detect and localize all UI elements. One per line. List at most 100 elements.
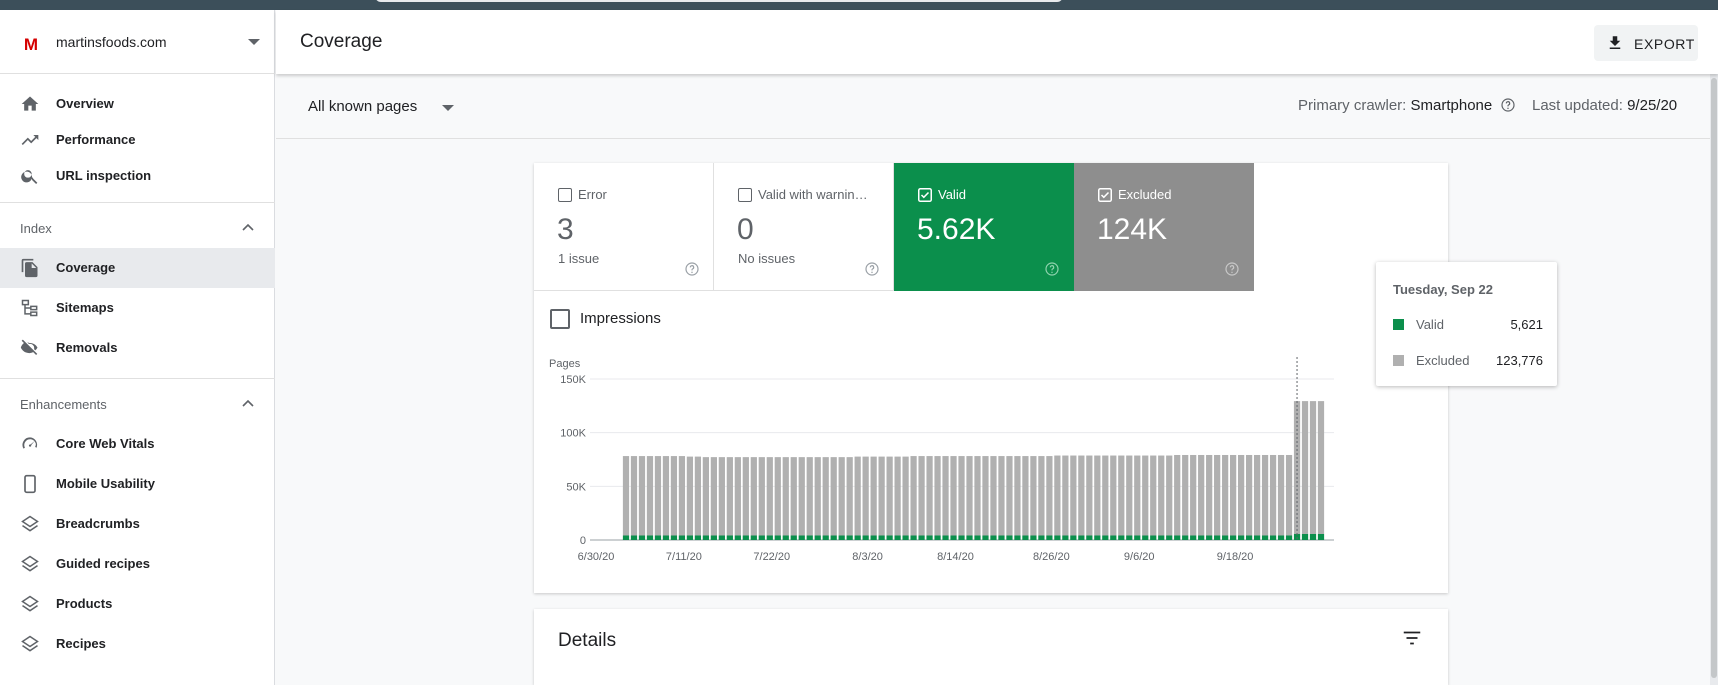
bar-valid [1245,535,1253,540]
bar-excluded [1222,454,1229,536]
tooltip-row-valid: Valid 5,621 [1393,317,1543,335]
bar-valid [1038,535,1045,540]
nav-url-inspection[interactable]: URL inspection [0,156,275,196]
layers-icon [21,595,39,612]
nav-guided-recipes[interactable]: Guided recipes [0,544,275,584]
checkbox-icon[interactable] [558,188,572,202]
bar-excluded [798,457,805,536]
bar-valid [750,535,757,540]
bar-excluded [622,456,630,536]
nav-overview[interactable]: Overview [0,84,275,124]
bar-excluded [822,457,829,536]
tile-valid-with-warnings[interactable]: Valid with warnin… 0 No issues [714,163,894,291]
bar-valid [942,535,949,540]
chevron-up-icon [242,223,254,231]
bar-excluded [862,456,869,536]
bar-valid [1134,535,1141,540]
nav-coverage[interactable]: Coverage [0,248,275,288]
property-selector[interactable]: M martinsfoods.com [0,10,275,74]
nav-recipes[interactable]: Recipes [0,624,275,664]
bar-valid [1086,535,1093,540]
bar-valid [622,535,630,540]
nav-core-web-vitals[interactable]: Core Web Vitals [0,424,275,464]
nav-performance[interactable]: Performance [0,120,275,160]
nav-sitemaps[interactable]: Sitemaps [0,288,275,328]
bar-valid [758,535,765,540]
bar-excluded [1070,455,1077,536]
help-icon[interactable] [1044,261,1060,277]
bar-valid [694,535,702,540]
x-tick-label: 7/11/20 [666,551,702,563]
bar-valid [1118,535,1125,540]
bar-excluded [678,456,686,536]
bar-excluded [806,457,813,536]
bar-excluded [1022,456,1029,536]
bar-excluded [1014,456,1021,536]
bar-valid [902,535,909,540]
removals-icon [20,339,38,355]
bar-valid [1190,535,1197,540]
section-enhancements[interactable]: Enhancements [0,384,275,424]
nav-products[interactable]: Products [0,584,275,624]
pages-dropdown[interactable]: All known pages [308,98,468,122]
bar-excluded [910,456,917,536]
bar-valid [1237,535,1245,540]
tile-error[interactable]: Error 3 1 issue [534,163,714,291]
nav-mobile-usability[interactable]: Mobile Usability [0,464,275,504]
chart-tooltip: Tuesday, Sep 22 Valid 5,621 Excluded 123… [1376,262,1557,386]
tooltip-row-name: Valid [1416,317,1444,332]
nav-removals[interactable]: Removals [0,328,275,368]
bar-excluded [934,456,941,536]
export-button[interactable]: EXPORT [1594,25,1698,61]
bar-valid [1062,535,1069,540]
bar-valid [1174,535,1181,540]
help-icon[interactable] [1224,261,1240,277]
chevron-down-icon[interactable] [248,39,260,45]
bar-valid [822,535,829,540]
bar-excluded [846,457,853,536]
nav-label: Recipes [56,636,106,651]
help-icon[interactable] [684,261,700,277]
bar-valid [1078,535,1085,540]
bar-valid [1301,533,1309,540]
bar-excluded [950,456,957,536]
bar-valid [686,535,694,540]
help-icon[interactable] [864,261,880,277]
bar-valid [1102,535,1109,540]
updated-value: 9/25/20 [1627,97,1678,114]
bar-valid [798,535,805,540]
filter-icon[interactable] [1401,627,1423,649]
bar-excluded [702,457,710,536]
vertical-scrollbar[interactable] [1710,74,1718,685]
sitemap-icon [21,299,38,317]
bar-excluded [1301,401,1309,534]
tile-value: 124K [1097,213,1168,246]
tile-value: 3 [557,213,574,246]
checkbox-checked-icon[interactable] [918,188,932,202]
nav-breadcrumbs[interactable]: Breadcrumbs [0,504,275,544]
gauge-icon [22,437,38,449]
help-icon[interactable] [1500,97,1516,113]
impressions-toggle[interactable]: Impressions [550,308,750,330]
page-header: Coverage EXPORT [276,10,1718,74]
coverage-chart[interactable]: Pages 0 50K 100K 150K 6/30/20 7/11/20 7/22/20 8/… [534,349,1448,569]
checkbox-icon[interactable] [738,188,752,202]
bar-excluded [1214,454,1221,536]
legend-swatch-excluded [1393,355,1404,366]
bar-valid [710,535,717,540]
bar-excluded [1086,455,1093,536]
section-index[interactable]: Index [0,208,275,248]
bar-excluded [998,456,1005,536]
tile-excluded[interactable]: Excluded 124K [1074,163,1254,291]
bar-valid [678,535,686,540]
bar-excluded [1030,456,1037,536]
scrollbar-thumb[interactable] [1711,78,1717,678]
pages-dropdown-value: All known pages [308,98,418,115]
checkbox-icon[interactable] [550,309,570,329]
bar-excluded [1190,454,1197,536]
bar-valid [926,535,933,540]
checkbox-checked-icon[interactable] [1098,188,1112,202]
bar-excluded [1038,456,1045,536]
tile-valid[interactable]: Valid 5.62K [894,163,1074,291]
bar-valid [1070,535,1077,540]
